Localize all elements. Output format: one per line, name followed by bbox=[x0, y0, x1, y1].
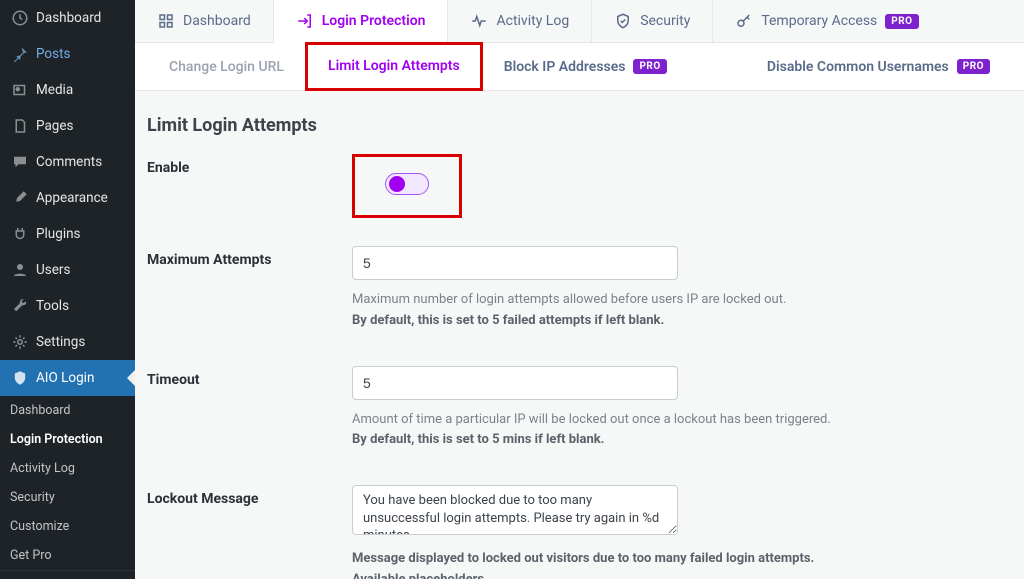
sidebar-label-plugins: Plugins bbox=[36, 226, 81, 242]
tab-label-temp: Temporary Access bbox=[761, 13, 877, 29]
sidebar-label-dashboard: Dashboard bbox=[36, 10, 101, 26]
sub-tabs: Change Login URL Limit Login Attempts Bl… bbox=[135, 43, 1024, 91]
tab-temporary-access[interactable]: Temporary Access PRO bbox=[713, 0, 940, 42]
media-icon bbox=[10, 80, 30, 100]
enable-label: Enable bbox=[147, 154, 352, 176]
lockout-help: Message displayed to locked out visitors… bbox=[352, 551, 814, 566]
key-icon bbox=[735, 12, 753, 30]
submenu-security[interactable]: Security bbox=[0, 483, 135, 512]
sidebar-label-aio: AIO Login bbox=[36, 370, 94, 386]
settings-panel: Limit Login Attempts Enable Maximum Atte… bbox=[135, 91, 1024, 579]
subtab-block-ip-label: Block IP Addresses bbox=[504, 59, 626, 75]
user-icon bbox=[10, 260, 30, 280]
login-icon bbox=[296, 12, 314, 30]
sidebar-label-pages: Pages bbox=[36, 118, 74, 134]
sidebar-item-posts[interactable]: Posts bbox=[0, 36, 135, 72]
tab-label-activity: Activity Log bbox=[496, 13, 569, 29]
collapse-menu[interactable]: Collapse menu bbox=[0, 570, 135, 579]
sidebar-label-appearance: Appearance bbox=[36, 190, 108, 206]
timeout-help: Amount of time a particular IP will be l… bbox=[352, 412, 831, 427]
sidebar-item-users[interactable]: Users bbox=[0, 252, 135, 288]
main-panel: Dashboard Login Protection Activity Log … bbox=[135, 0, 1024, 579]
tab-label-security: Security bbox=[640, 13, 690, 29]
max-label: Maximum Attempts bbox=[147, 246, 352, 268]
sidebar-item-appearance[interactable]: Appearance bbox=[0, 180, 135, 216]
max-help: Maximum number of login attempts allowed… bbox=[352, 292, 786, 307]
sidebar-label-posts: Posts bbox=[36, 46, 70, 62]
sidebar-label-media: Media bbox=[36, 82, 73, 98]
max-default: By default, this is set to 5 failed atte… bbox=[352, 313, 664, 328]
subtab-limit-login[interactable]: Limit Login Attempts bbox=[306, 43, 482, 90]
panel-title: Limit Login Attempts bbox=[147, 115, 1012, 136]
sidebar-item-pages[interactable]: Pages bbox=[0, 108, 135, 144]
field-max-attempts: Maximum Attempts Maximum number of login… bbox=[147, 246, 1012, 332]
subtab-block-ip[interactable]: Block IP Addresses PRO bbox=[482, 43, 689, 90]
plug-icon bbox=[10, 224, 30, 244]
sidebar-submenu: Dashboard Login Protection Activity Log … bbox=[0, 396, 135, 570]
pro-badge: PRO bbox=[957, 59, 990, 74]
lockout-label: Lockout Message bbox=[147, 485, 352, 507]
pro-badge: PRO bbox=[633, 59, 666, 74]
wp-admin-sidebar: Dashboard Posts Media Pages Comments App… bbox=[0, 0, 135, 579]
page-icon bbox=[10, 116, 30, 136]
sidebar-item-settings[interactable]: Settings bbox=[0, 324, 135, 360]
subtab-disable-usernames[interactable]: Disable Common Usernames PRO bbox=[745, 43, 1012, 90]
tab-activity-log[interactable]: Activity Log bbox=[448, 0, 592, 42]
plugin-tabs: Dashboard Login Protection Activity Log … bbox=[135, 0, 1024, 43]
sidebar-item-media[interactable]: Media bbox=[0, 72, 135, 108]
field-lockout: Lockout Message Message displayed to loc… bbox=[147, 485, 1012, 579]
enable-toggle[interactable] bbox=[385, 173, 429, 195]
timeout-default: By default, this is set to 5 mins if lef… bbox=[352, 432, 604, 447]
sidebar-label-settings: Settings bbox=[36, 334, 85, 350]
sidebar-item-tools[interactable]: Tools bbox=[0, 288, 135, 324]
toggle-knob bbox=[389, 176, 405, 192]
field-timeout: Timeout Amount of time a particular IP w… bbox=[147, 366, 1012, 452]
sidebar-label-tools: Tools bbox=[36, 298, 69, 314]
grid-icon bbox=[157, 12, 175, 30]
sidebar-label-comments: Comments bbox=[36, 154, 102, 170]
tab-login-protection[interactable]: Login Protection bbox=[274, 0, 449, 43]
field-enable: Enable bbox=[147, 154, 1012, 218]
tab-label-login: Login Protection bbox=[322, 13, 426, 29]
pro-badge: PRO bbox=[885, 14, 918, 29]
timeout-label: Timeout bbox=[147, 366, 352, 388]
subtab-disable-usernames-label: Disable Common Usernames bbox=[767, 59, 949, 75]
shield-check-icon bbox=[614, 12, 632, 30]
sidebar-item-dashboard[interactable]: Dashboard bbox=[0, 0, 135, 36]
tab-label-dashboard: Dashboard bbox=[183, 13, 251, 29]
tab-security[interactable]: Security bbox=[592, 0, 713, 42]
submenu-get-pro[interactable]: Get Pro bbox=[0, 541, 135, 570]
lockout-ph-label: Available placeholders bbox=[352, 572, 484, 579]
sidebar-item-plugins[interactable]: Plugins bbox=[0, 216, 135, 252]
timeout-input[interactable] bbox=[352, 366, 678, 400]
submenu-activity-log[interactable]: Activity Log bbox=[0, 454, 135, 483]
pin-icon bbox=[10, 44, 30, 64]
gear-icon bbox=[10, 332, 30, 352]
sidebar-item-comments[interactable]: Comments bbox=[0, 144, 135, 180]
lockout-textarea[interactable] bbox=[352, 485, 678, 535]
sidebar-label-users: Users bbox=[36, 262, 70, 278]
brush-icon bbox=[10, 188, 30, 208]
shield-icon bbox=[10, 368, 30, 388]
submenu-customize[interactable]: Customize bbox=[0, 512, 135, 541]
submenu-login-protection[interactable]: Login Protection bbox=[0, 425, 135, 454]
tab-dashboard[interactable]: Dashboard bbox=[135, 0, 274, 42]
comment-icon bbox=[10, 152, 30, 172]
dashboard-icon bbox=[10, 8, 30, 28]
max-attempts-input[interactable] bbox=[352, 246, 678, 280]
subtab-change-url[interactable]: Change Login URL bbox=[147, 43, 306, 90]
pulse-icon bbox=[470, 12, 488, 30]
sidebar-item-aio-login[interactable]: AIO Login bbox=[0, 360, 135, 396]
submenu-dashboard[interactable]: Dashboard bbox=[0, 396, 135, 425]
wrench-icon bbox=[10, 296, 30, 316]
